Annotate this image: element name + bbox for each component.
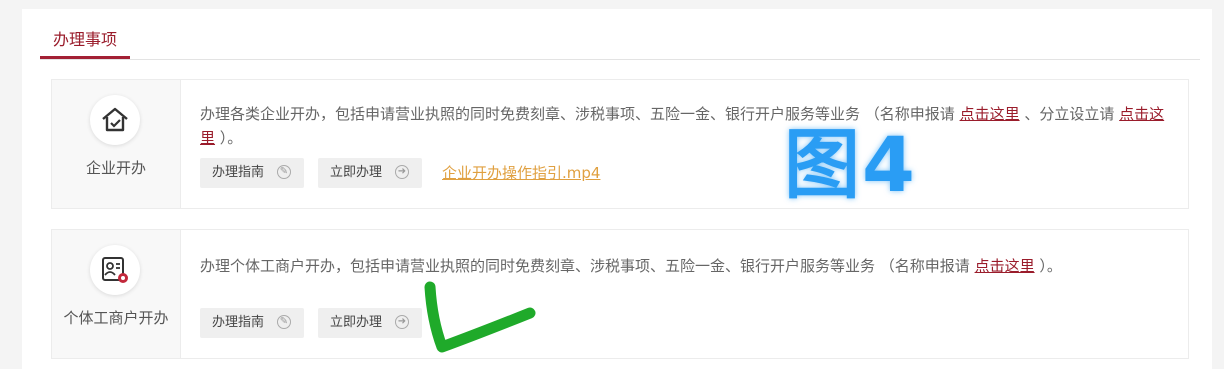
apply-now-button[interactable]: 立即办理 ➜ — [318, 158, 422, 188]
id-card-gear-icon — [90, 245, 140, 295]
tab-bar: 办理事项 — [40, 9, 1200, 60]
name-declare-link[interactable]: 点击这里 — [960, 105, 1020, 123]
check-mark-icon — [424, 281, 536, 353]
desc-text: ）。 — [1039, 257, 1062, 275]
name-declare-link[interactable]: 点击这里 — [975, 257, 1035, 275]
desc-text: 、分立设立请 — [1024, 105, 1115, 123]
guide-button[interactable]: 办理指南 ✎ — [200, 308, 304, 338]
arrow-right-icon: ➜ — [395, 315, 409, 329]
figure-annotation: 图4 — [784, 120, 917, 209]
button-label: 办理指南 — [212, 315, 265, 330]
card-title: 企业开办 — [85, 159, 146, 177]
button-label: 立即办理 — [330, 165, 383, 180]
video-guide-link[interactable]: 企业开办操作指引.mp4 — [442, 162, 600, 183]
apply-now-button[interactable]: 立即办理 ➜ — [318, 308, 422, 338]
guide-button[interactable]: 办理指南 ✎ — [200, 158, 304, 188]
desc-text: 办理个体工商户开办，包括申请营业执照的同时免费刻章、涉税事项、五险一金、银行开户… — [200, 257, 970, 275]
house-icon — [90, 95, 140, 145]
pencil-icon: ✎ — [277, 315, 291, 329]
card-description: 办理各类企业开办，包括申请营业执照的同时免费刻章、涉税事项、五险一金、银行开户服… — [200, 102, 1175, 150]
pencil-icon: ✎ — [277, 165, 291, 179]
button-label: 办理指南 — [212, 165, 265, 180]
card-title: 个体工商户开办 — [63, 309, 169, 327]
service-card-enterprise: 企业开办 办理各类企业开办，包括申请营业执照的同时免费刻章、涉税事项、五险一金、… — [51, 79, 1189, 209]
card-sidebar: 个体工商户开办 — [52, 230, 181, 358]
tab-items[interactable]: 办理事项 — [40, 9, 130, 59]
button-label: 立即办理 — [330, 315, 383, 330]
content-panel: 办理事项 企业开办 办理各类企业开办，包括申请营业执照的同时免费刻章、涉税事项、… — [22, 9, 1212, 369]
arrow-right-icon: ➜ — [395, 165, 409, 179]
card-sidebar: 企业开办 — [52, 80, 181, 208]
card-description: 办理个体工商户开办，包括申请营业执照的同时免费刻章、涉税事项、五险一金、银行开户… — [200, 254, 1175, 278]
service-card-individual: 个体工商户开办 办理个体工商户开办，包括申请营业执照的同时免费刻章、涉税事项、五… — [51, 229, 1189, 359]
desc-text: ）。 — [219, 129, 243, 147]
